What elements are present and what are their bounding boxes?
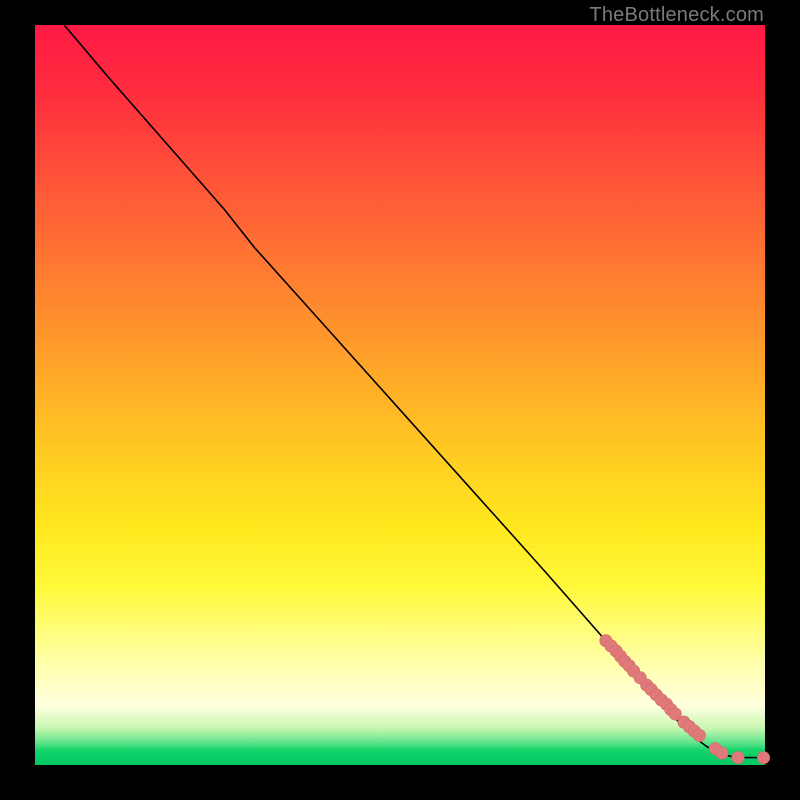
curve-line bbox=[64, 25, 765, 758]
plot-area bbox=[35, 25, 765, 765]
data-point-marker bbox=[716, 747, 728, 759]
chart-svg bbox=[35, 25, 765, 765]
data-point-marker bbox=[693, 729, 705, 741]
attribution-label: TheBottleneck.com bbox=[589, 4, 764, 27]
chart-frame: TheBottleneck.com bbox=[0, 0, 800, 800]
data-point-marker bbox=[757, 751, 769, 763]
data-point-marker bbox=[732, 751, 744, 763]
markers-group bbox=[600, 635, 770, 764]
